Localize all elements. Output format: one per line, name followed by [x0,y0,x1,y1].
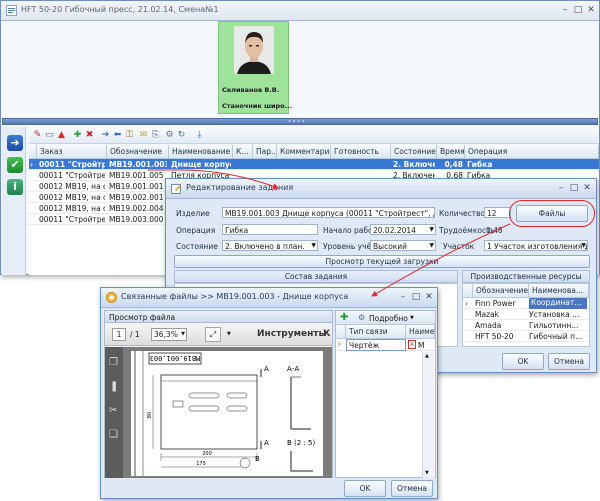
annotation-arrows [148,169,511,297]
arrow-row-to-edit-dialog [148,169,279,190]
arrow-files-to-files-dialog [371,223,511,297]
